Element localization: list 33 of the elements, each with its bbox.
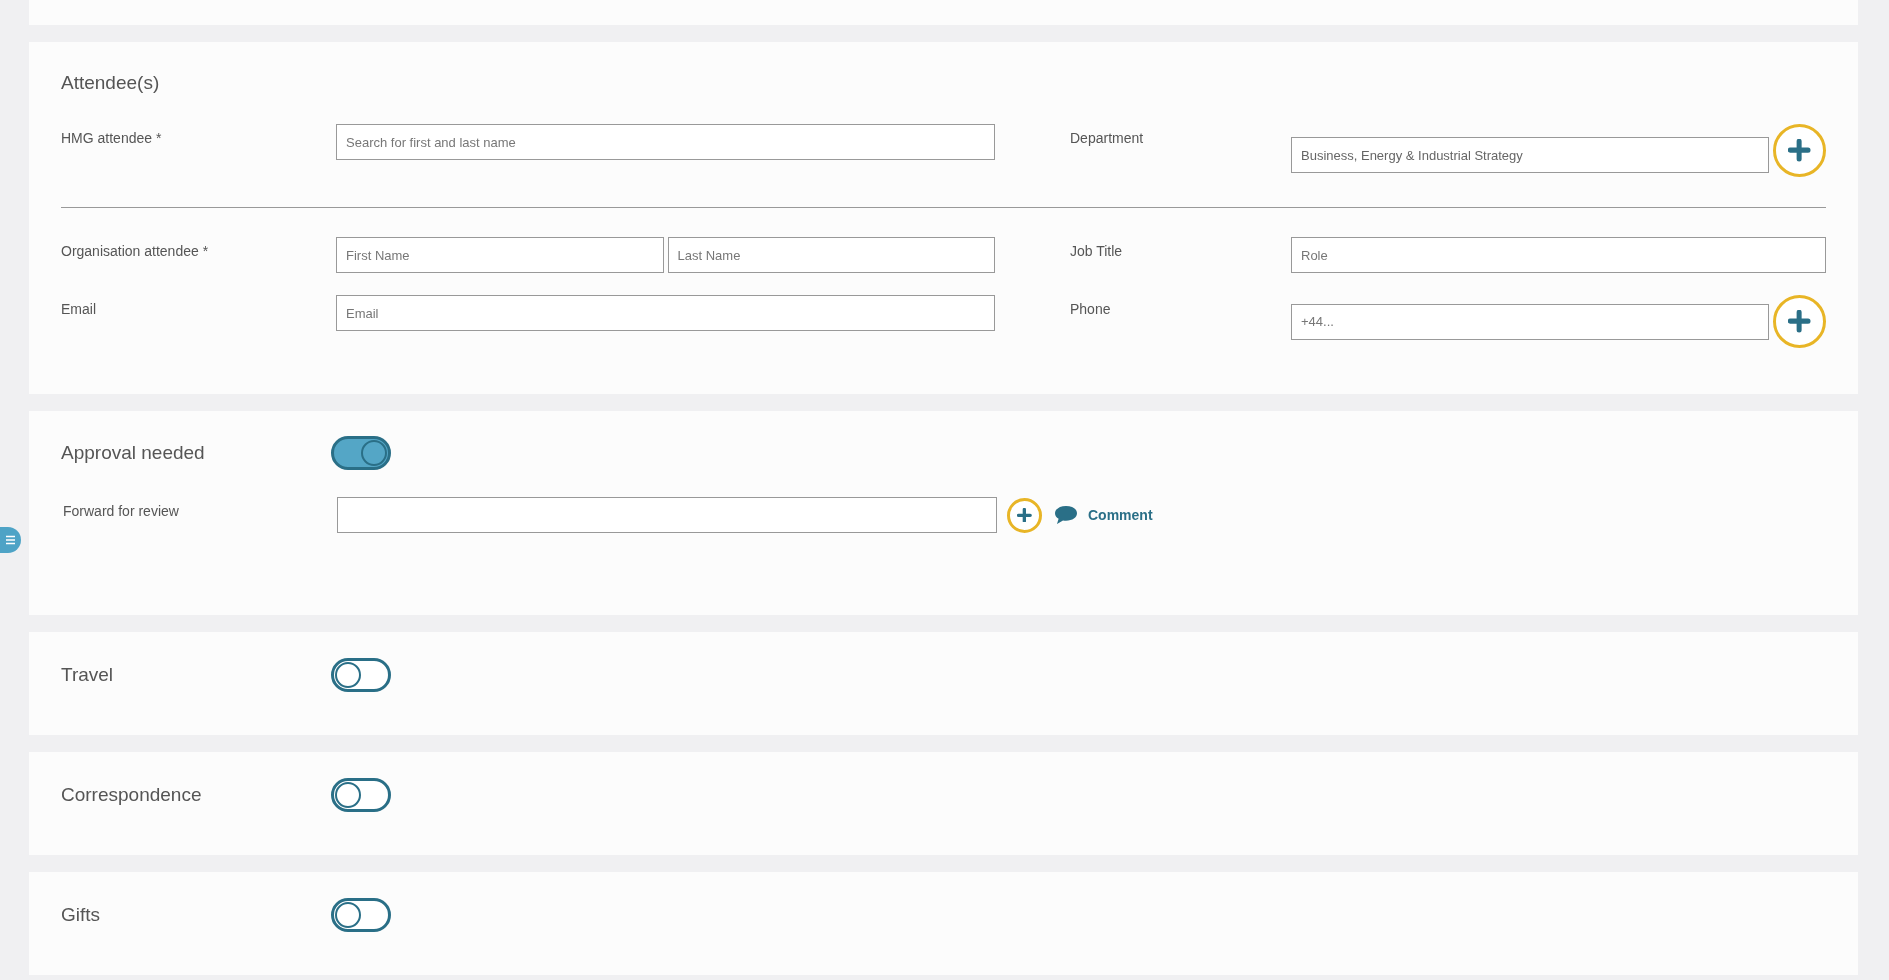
phone-field[interactable]: +44... (1291, 303, 1769, 340)
section-title: Travel (61, 664, 115, 686)
field-label: Department (1070, 129, 1145, 146)
field-label: HMG attendee * (61, 129, 163, 146)
section-title: Correspondence (61, 784, 203, 806)
email-field[interactable]: Email (336, 295, 995, 331)
job-title-field[interactable]: Role (1291, 237, 1826, 273)
last-name-field[interactable]: Last Name (667, 237, 995, 273)
field-label: Organisation attendee * (61, 242, 210, 259)
search-field[interactable]: Search for first and last name (336, 124, 995, 160)
add-button[interactable] (1773, 295, 1826, 348)
first-name-field[interactable]: First Name (336, 237, 664, 273)
field-label: Forward for review (62, 502, 180, 519)
comment-link[interactable]: Comment (1054, 505, 1153, 525)
sidebar-toggle[interactable] (0, 527, 21, 553)
field-label: Job Title (1070, 242, 1124, 259)
field-label: Email (61, 300, 97, 317)
add-button[interactable] (1773, 124, 1826, 177)
section-title: Approval needed (61, 442, 206, 464)
plus-icon (1017, 507, 1032, 523)
department-field[interactable]: Business, Energy & Industrial Strategy (1291, 137, 1769, 173)
toggle-switch[interactable] (331, 898, 391, 932)
field-label: Phone (1070, 300, 1112, 317)
toggle-switch[interactable] (331, 778, 391, 812)
section-title: Gifts (61, 904, 102, 926)
add-button[interactable] (1007, 497, 1042, 533)
speech-bubble-icon (1054, 505, 1078, 525)
toggle-switch[interactable] (331, 658, 391, 692)
plus-icon (1788, 310, 1811, 333)
section-title: Attendee(s) (61, 72, 161, 94)
plus-icon (1788, 139, 1811, 162)
menu-icon (5, 535, 16, 545)
toggle-switch[interactable] (331, 436, 391, 470)
